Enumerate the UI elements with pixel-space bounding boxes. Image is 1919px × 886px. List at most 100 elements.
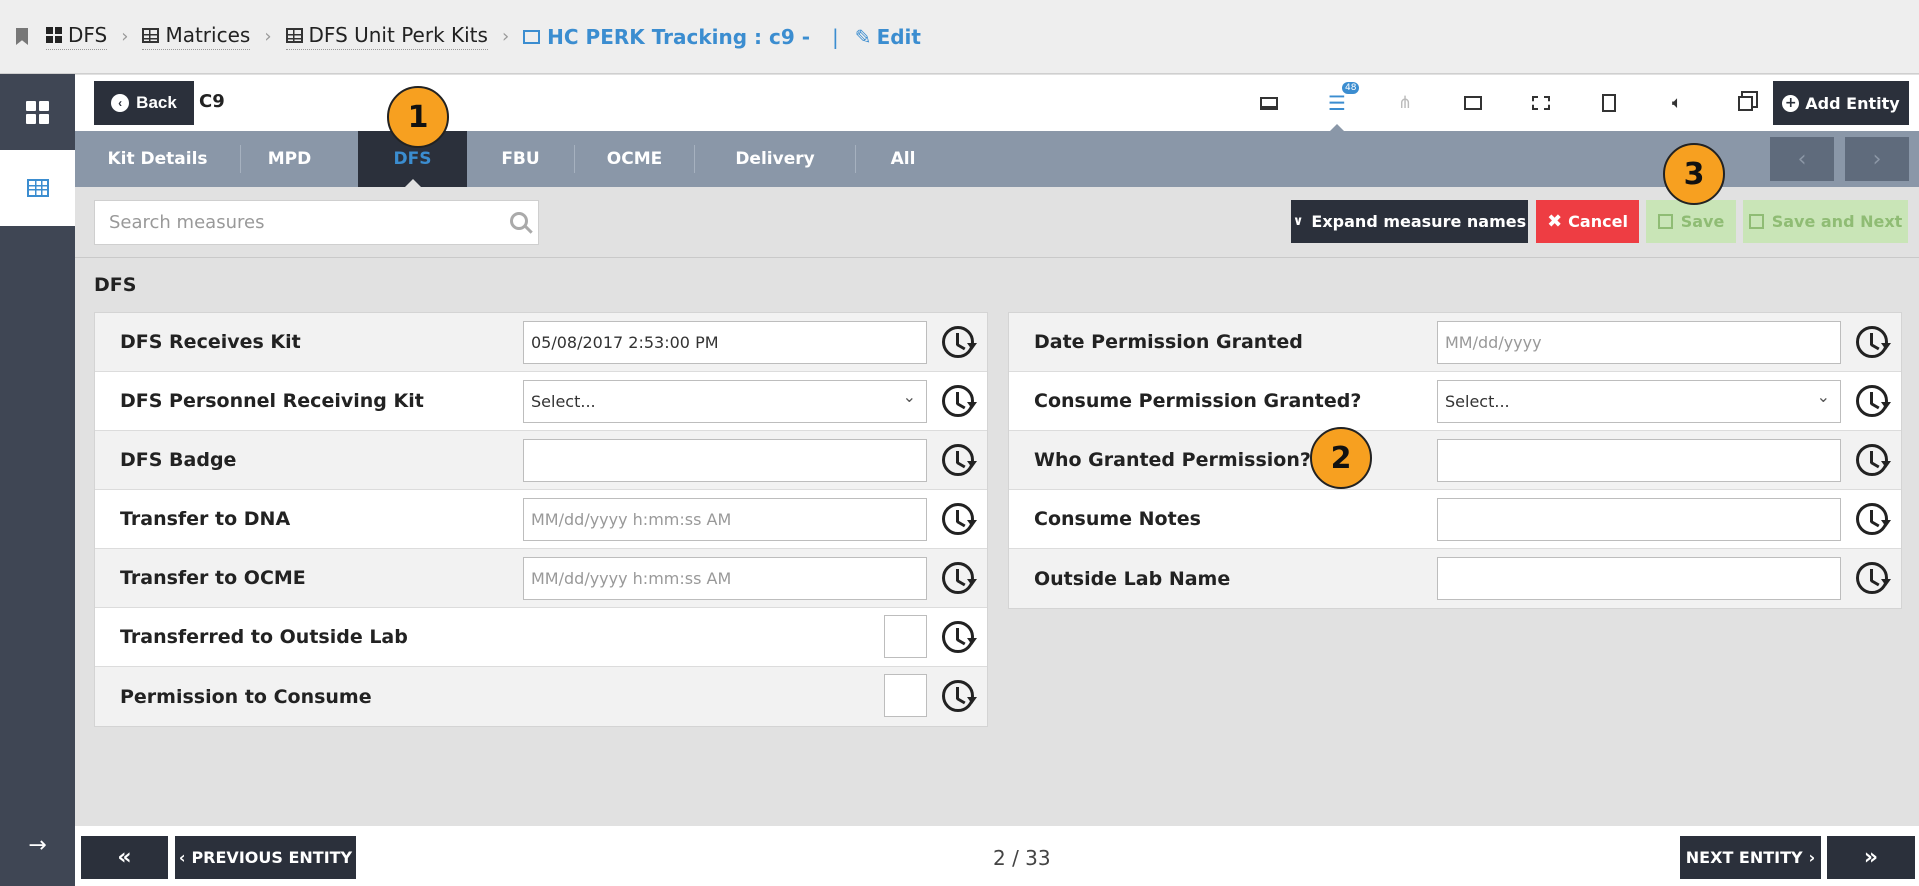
expand-measure-names-button[interactable]: ∨ Expand measure names [1291,200,1528,243]
edit-label: Edit [876,24,921,49]
annotation-marker-1: 1 [387,86,449,148]
measure-label: DFS Badge [120,449,237,471]
page-count: 2 / 33 [993,846,1051,870]
entity-title: C9 [199,91,225,112]
history-icon[interactable] [942,385,977,417]
edit-link[interactable]: | ✎ Edit [832,25,921,49]
pencil-icon: ✎ [854,24,872,49]
history-icon[interactable] [1856,562,1891,594]
dfs-badge-input[interactable] [523,438,927,482]
chevron-right-icon: › [501,26,510,47]
dfs-personnel-select[interactable]: Select... [523,379,927,423]
table-icon [285,27,303,43]
history-icon[interactable] [1856,385,1891,417]
add-entity-label: Add Entity [1805,93,1900,113]
save-button[interactable]: Save [1646,200,1736,243]
video-view-tab[interactable] [1507,75,1575,131]
image-icon [1464,96,1482,110]
tab-ocme[interactable]: OCME [575,131,694,187]
tab-fbu[interactable]: FBU [467,131,574,187]
history-icon[interactable] [1856,503,1891,535]
chevron-right-icon: › [121,26,129,47]
date-permission-granted-input[interactable]: MM/dd/yyyy [1437,320,1841,364]
image-view-tab[interactable] [1439,75,1507,131]
tab-label: MPD [267,149,312,169]
sidebar-item-matrices[interactable] [0,150,75,226]
measure-row: Who Granted Permission? [1009,431,1901,490]
history-icon[interactable] [942,326,977,358]
measure-label: Outside Lab Name [1034,567,1231,590]
tab-mpd[interactable]: MPD [241,131,338,187]
sidebar-item-dashboard[interactable] [0,74,75,150]
table-icon [142,27,160,43]
history-icon[interactable] [942,562,977,594]
breadcrumb-dfs[interactable]: DFS [46,23,108,50]
measure-label: Date Permission Granted [1034,331,1303,353]
tab-all[interactable]: All [856,131,950,187]
history-icon[interactable] [1856,444,1891,476]
outside-lab-name-input[interactable] [1437,557,1841,600]
sitemap-icon: ⋔ [1397,93,1413,113]
arrow-right-icon[interactable]: → [0,833,75,858]
entity-header: ‹ Back C9 ☰ 48 ⋔ 🔈︎ + Add Entity [75,75,1919,131]
back-button[interactable]: ‹ Back [94,81,194,125]
measure-row: Outside Lab Name [1009,549,1901,608]
consume-notes-input[interactable] [1437,497,1841,541]
dfs-receives-kit-input[interactable]: 05/08/2017 2:53:00 PM [523,320,927,364]
last-entity-button[interactable]: » [1827,836,1915,879]
film-icon [1532,96,1550,110]
transfer-to-ocme-input[interactable]: MM/dd/yyyy h:mm:ss AM [523,556,927,600]
next-entity-button[interactable]: NEXT ENTITY › [1680,836,1821,879]
breadcrumb-kits[interactable]: DFS Unit Perk Kits [285,23,488,50]
history-icon[interactable] [942,503,977,535]
transferred-outside-lab-checkbox[interactable] [884,615,927,658]
view-toolbar: ☰ 48 ⋔ 🔈︎ [1235,75,1779,131]
add-entity-button[interactable]: + Add Entity [1773,81,1909,125]
chevron-down-icon: ∨ [1292,214,1304,229]
previous-entity-button[interactable]: ‹ PREVIOUS ENTITY [175,836,356,879]
who-granted-permission-input[interactable] [1437,438,1841,482]
breadcrumb-matrices[interactable]: Matrices [142,23,251,50]
audio-view-tab[interactable]: 🔈︎ [1643,75,1711,131]
measure-label: DFS Personnel Receiving Kit [120,390,424,412]
history-icon[interactable] [942,621,977,653]
clone-view-tab[interactable] [1711,75,1779,131]
list-view-tab[interactable]: ☰ 48 [1303,75,1371,131]
cancel-button[interactable]: ✖ Cancel [1536,200,1639,243]
desktop-icon [1260,96,1278,110]
first-entity-button[interactable]: « [81,836,168,879]
table-icon [26,179,49,197]
chevron-right-icon: › [1808,848,1816,867]
save-and-next-button[interactable]: Save and Next [1743,200,1908,243]
history-icon[interactable] [942,680,977,712]
measure-label: Consume Notes [1034,508,1201,530]
bookmark-icon[interactable] [16,28,28,45]
search-icon[interactable] [510,212,528,230]
next-tab-button[interactable]: › [1845,137,1909,181]
save-icon [1748,214,1764,229]
volume-icon: 🔈︎ [1671,93,1683,113]
entity-navigation: « ‹ PREVIOUS ENTITY 2 / 33 NEXT ENTITY ›… [75,826,1919,886]
measure-label: Consume Permission Granted? [1034,390,1362,412]
transfer-to-dna-input[interactable]: MM/dd/yyyy h:mm:ss AM [523,497,927,541]
search-input[interactable] [109,212,489,233]
prev-tab-button[interactable]: ‹ [1770,137,1834,181]
history-icon[interactable] [1856,326,1891,358]
hierarchy-view-tab[interactable]: ⋔ [1371,75,1439,131]
consume-permission-select[interactable]: Select... [1437,379,1841,423]
measure-row: Transfer to OCME MM/dd/yyyy h:mm:ss AM [95,549,987,608]
tab-delivery[interactable]: Delivery [695,131,855,187]
file-icon [1602,94,1616,112]
permission-to-consume-checkbox[interactable] [884,674,927,717]
measure-row: DFS Badge [95,431,987,490]
tab-kit-details[interactable]: Kit Details [75,131,240,187]
active-caret [1330,124,1344,131]
measure-label: Permission to Consume [120,685,372,708]
save-icon [1657,214,1673,229]
desktop-view-tab[interactable] [1235,75,1303,131]
history-icon[interactable] [942,444,977,476]
annotation-marker-3: 3 [1663,143,1725,205]
save-next-label: Save and Next [1771,212,1903,231]
divider: | [832,24,839,49]
file-view-tab[interactable] [1575,75,1643,131]
